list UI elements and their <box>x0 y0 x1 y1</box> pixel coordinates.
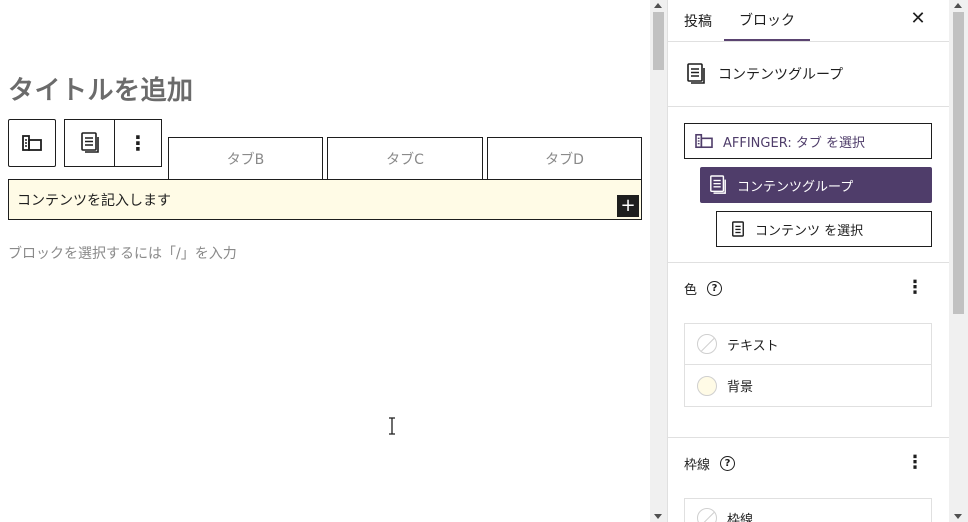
color-option-background[interactable]: 背景 <box>685 365 931 406</box>
nav-item-label: AFFINGER: タブ を選択 <box>723 135 865 151</box>
border-panel-title: 枠線 <box>684 457 711 473</box>
color-panel-header: 色 ? ⋮ <box>668 263 950 313</box>
sidebar-tabs: 投稿 ブロック ✕ <box>668 0 950 42</box>
scroll-down-arrow-icon[interactable] <box>654 514 662 519</box>
block-type-button[interactable] <box>64 119 114 167</box>
editor-scrollbar[interactable] <box>650 0 667 522</box>
document-icon <box>710 175 726 194</box>
color-panel-title: 色 <box>684 282 698 298</box>
editor-canvas[interactable]: タイトルを追加 タブB タブC タブD コンテンツを記入します + ⋮ ブロック… <box>0 0 650 522</box>
color-option-text[interactable]: テキスト <box>685 324 931 365</box>
color-options-list: テキスト 背景 <box>684 323 932 407</box>
tab-content-block[interactable]: コンテンツを記入します + <box>8 179 642 220</box>
add-block-button[interactable]: + <box>617 195 639 217</box>
block-navigation: AFFINGER: タブ を選択 コンテンツグループ コンテンツ を選択 <box>668 107 950 263</box>
post-title-input[interactable]: タイトルを追加 <box>8 70 194 107</box>
help-icon[interactable]: ? <box>720 455 736 471</box>
plus-icon: + <box>620 195 636 216</box>
color-option-label: テキスト <box>727 338 779 354</box>
scroll-thumb[interactable] <box>953 12 964 314</box>
scroll-up-arrow-icon[interactable] <box>954 3 962 8</box>
block-editor-screen: タイトルを追加 タブB タブC タブD コンテンツを記入します + ⋮ ブロック… <box>0 0 968 522</box>
block-card: コンテンツグループ <box>668 42 950 107</box>
scroll-down-arrow-icon[interactable] <box>954 514 962 519</box>
border-option-label: 枠線 <box>727 512 754 522</box>
select-parent-button[interactable] <box>8 119 56 167</box>
nav-item-content-group[interactable]: コンテンツグループ <box>700 167 932 203</box>
tab-content-text[interactable]: コンテンツを記入します <box>17 190 171 210</box>
more-vertical-icon[interactable]: ⋮ <box>906 279 924 297</box>
more-vertical-icon: ⋮ <box>128 131 148 155</box>
tabs-block-icon <box>22 135 42 151</box>
document-icon <box>80 132 99 153</box>
color-option-label: 背景 <box>727 380 754 395</box>
tabs-block-icon <box>695 133 713 149</box>
tab-block[interactable]: ブロック <box>724 0 810 41</box>
color-swatch-empty-icon <box>697 334 717 354</box>
document-icon <box>687 63 705 84</box>
document-icon <box>732 221 744 237</box>
sidebar-scrollbar[interactable] <box>949 0 968 522</box>
settings-sidebar: 投稿 ブロック ✕ コンテンツグループ AFFINGER: タブ を選択 コンテ… <box>667 0 950 522</box>
close-icon[interactable]: ✕ <box>908 9 928 29</box>
color-swatch-empty-icon <box>697 508 717 522</box>
block-card-title: コンテンツグループ <box>718 67 844 83</box>
tab-post[interactable]: 投稿 <box>684 0 712 42</box>
color-swatch-icon <box>697 375 717 396</box>
tab-b[interactable]: タブB <box>168 137 323 179</box>
nav-item-content[interactable]: コンテンツ を選択 <box>716 211 932 247</box>
border-options-list: 枠線 <box>684 498 932 522</box>
tab-d[interactable]: タブD <box>487 137 642 179</box>
block-appender-hint[interactable]: ブロックを選択するには「/」を入力 <box>8 243 237 263</box>
nav-item-label: コンテンツグループ <box>737 179 854 195</box>
tab-c[interactable]: タブC <box>327 137 483 179</box>
block-options-button[interactable]: ⋮ <box>114 119 162 167</box>
border-panel-header: 枠線 ? ⋮ <box>668 438 950 488</box>
scroll-thumb[interactable] <box>653 12 664 70</box>
nav-item-label: コンテンツ を選択 <box>755 223 864 239</box>
border-option[interactable]: 枠線 <box>685 499 931 522</box>
scroll-up-arrow-icon[interactable] <box>654 3 662 8</box>
more-vertical-icon[interactable]: ⋮ <box>906 454 924 472</box>
block-toolbar: ⋮ <box>8 119 162 167</box>
nav-item-affinger-tab[interactable]: AFFINGER: タブ を選択 <box>684 123 932 159</box>
text-cursor-icon <box>389 417 395 435</box>
help-icon[interactable]: ? <box>707 280 723 296</box>
